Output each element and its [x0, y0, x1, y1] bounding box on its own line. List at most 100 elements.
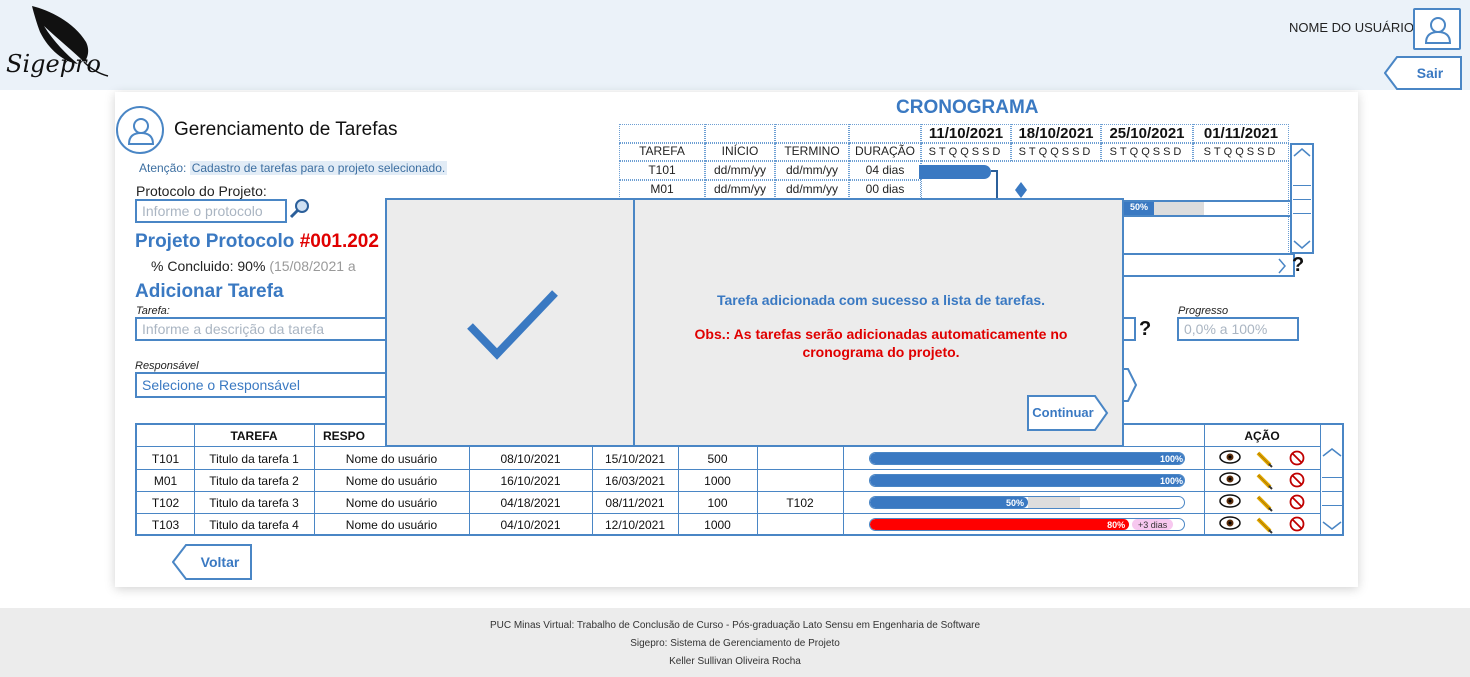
back-button[interactable]: Voltar — [172, 544, 252, 580]
crono-row-end: dd/mm/yy — [775, 180, 849, 199]
cell-responsible: Nome do usuário — [345, 474, 438, 488]
edit-icon[interactable] — [1255, 494, 1273, 517]
crono-row-end: dd/mm/yy — [775, 161, 849, 180]
header-responsavel: RESPO — [322, 429, 365, 443]
chevron-right-icon[interactable] — [1277, 258, 1287, 274]
progress-input[interactable]: 0,0% a 100% — [1177, 317, 1299, 341]
delete-icon[interactable] — [1289, 472, 1305, 493]
progress-label: 100% — [1160, 476, 1184, 486]
task-description-input[interactable]: Informe a descrição da tarefa — [135, 317, 390, 341]
user-avatar-button[interactable] — [1413, 8, 1461, 50]
progress-fill — [870, 519, 1130, 530]
crono-week-1: 11/10/2021 — [921, 124, 1011, 143]
view-icon[interactable] — [1219, 450, 1241, 469]
cronograma-title: CRONOGRAMA — [896, 97, 1039, 118]
cell-end: 16/03/2021 — [604, 474, 666, 488]
crono-col-task: TAREFA — [619, 143, 705, 161]
cell-responsible: Nome do usuário — [345, 452, 438, 466]
progress-label: 50% — [1006, 498, 1025, 508]
delete-icon[interactable] — [1289, 494, 1305, 515]
help-icon[interactable]: ? — [1139, 318, 1151, 341]
crono-week-4: 01/11/2021 — [1193, 124, 1289, 143]
cell-end: 15/10/2021 — [604, 452, 666, 466]
scroll-grip — [1293, 199, 1311, 200]
cell-id: T102 — [151, 496, 180, 510]
logout-label: Sair — [1416, 65, 1444, 81]
back-label: Voltar — [200, 554, 240, 570]
chevron-up-icon[interactable] — [1322, 447, 1342, 457]
edit-icon[interactable] — [1255, 450, 1273, 473]
completion-label: % Concluido: — [151, 258, 234, 274]
progress-fill — [870, 497, 1028, 508]
modal-icon-panel — [387, 200, 635, 445]
view-icon[interactable] — [1219, 472, 1241, 491]
progress-bar: 80% +3 dias — [869, 518, 1185, 531]
cell-start: 08/10/2021 — [500, 452, 561, 466]
progress-label: 80% — [1107, 520, 1126, 530]
row-divider — [137, 491, 1320, 492]
continue-button[interactable]: Continuar — [1027, 395, 1109, 431]
delete-icon[interactable] — [1289, 450, 1305, 471]
gantt-bar-t101 — [919, 165, 991, 179]
view-icon[interactable] — [1219, 516, 1241, 535]
late-badge: +3 dias — [1132, 519, 1174, 530]
table-vscroll[interactable] — [1320, 425, 1344, 534]
protocol-input[interactable]: Informe o protocolo — [135, 199, 287, 223]
edit-icon[interactable] — [1255, 472, 1273, 495]
crono-col-duration: DURAÇÃO — [849, 143, 921, 161]
view-icon[interactable] — [1219, 494, 1241, 513]
scroll-grip — [1293, 185, 1311, 186]
milestone-diamond-icon — [1015, 182, 1027, 198]
chevron-up-icon[interactable] — [1293, 147, 1311, 157]
progress-label: 100% — [1160, 454, 1184, 464]
cell-end: 12/10/2021 — [604, 518, 666, 532]
edit-icon[interactable] — [1255, 516, 1273, 539]
crono-empty-header — [619, 124, 705, 143]
delete-icon[interactable] — [1289, 516, 1305, 537]
crono-days-3: STQQSSD — [1101, 143, 1193, 161]
crono-days-4: STQQSSD — [1193, 143, 1289, 161]
top-header: Sigepro NOME DO USUÁRIO Sair — [0, 0, 1470, 90]
user-icon — [128, 118, 154, 145]
page-title: Gerenciamento de Tarefas — [174, 119, 398, 140]
crono-vscroll[interactable] — [1290, 143, 1314, 254]
footer: PUC Minas Virtual: Trabalho de Conclusão… — [0, 608, 1470, 677]
row-divider — [137, 513, 1320, 514]
protocol-label: Protocolo do Projeto: — [136, 183, 267, 199]
progress-fill — [870, 475, 1184, 486]
modal-message: Tarefa adicionada com sucesso a lista de… — [716, 292, 1046, 308]
help-icon[interactable]: ? — [1292, 254, 1304, 277]
cell-id: T103 — [151, 518, 180, 532]
cell-end: 08/11/2021 — [605, 496, 665, 510]
logout-button[interactable]: Sair — [1384, 56, 1462, 90]
project-title-prefix: Projeto Protocolo — [135, 231, 300, 252]
header-acao: AÇÃO — [1244, 429, 1280, 443]
progress-label: Progresso — [1178, 305, 1229, 317]
crono-col-end: TERMINO — [775, 143, 849, 161]
cell-task: Titulo da tarefa 3 — [209, 496, 299, 510]
add-task-title: Adicionar Tarefa — [135, 281, 284, 302]
progress-bar: 100% — [869, 452, 1185, 465]
crono-days-1: STQQSSD — [921, 143, 1011, 161]
username-label: NOME DO USUÁRIO — [1289, 20, 1414, 35]
footer-line-2: Sigepro: Sistema de Gerenciamento de Pro… — [630, 638, 840, 649]
footer-line-3: Keller Sullivan Oliveira Rocha — [669, 656, 801, 667]
completion-summary: % Concluido: 90% (15/08/2021 a — [151, 258, 356, 274]
cell-task: Titulo da tarefa 1 — [209, 452, 299, 466]
logo-text: Sigepro — [6, 50, 101, 78]
cell-task: Titulo da tarefa 2 — [209, 474, 299, 488]
chevron-down-icon[interactable] — [1293, 240, 1311, 250]
progress-bar: 100% — [869, 474, 1185, 487]
progress-remaining — [1028, 497, 1080, 508]
row-divider — [137, 469, 1320, 470]
crono-row-start: dd/mm/yy — [705, 161, 775, 180]
footer-line-1: PUC Minas Virtual: Trabalho de Conclusão… — [489, 620, 981, 631]
search-icon[interactable] — [289, 198, 311, 220]
responsible-select[interactable]: Selecione o Responsável — [135, 372, 390, 398]
crono-row-task: T101 — [619, 161, 705, 180]
success-modal: Tarefa adicionada com sucesso a lista de… — [385, 198, 1124, 447]
modal-obs-line1: Obs.: As tarefas serão adicionadas autom… — [694, 326, 1068, 342]
chevron-down-icon[interactable] — [1322, 521, 1342, 531]
modal-obs: Obs.: As tarefas serão adicionadas autom… — [646, 325, 1116, 361]
continue-label: Continuar — [1032, 405, 1094, 420]
